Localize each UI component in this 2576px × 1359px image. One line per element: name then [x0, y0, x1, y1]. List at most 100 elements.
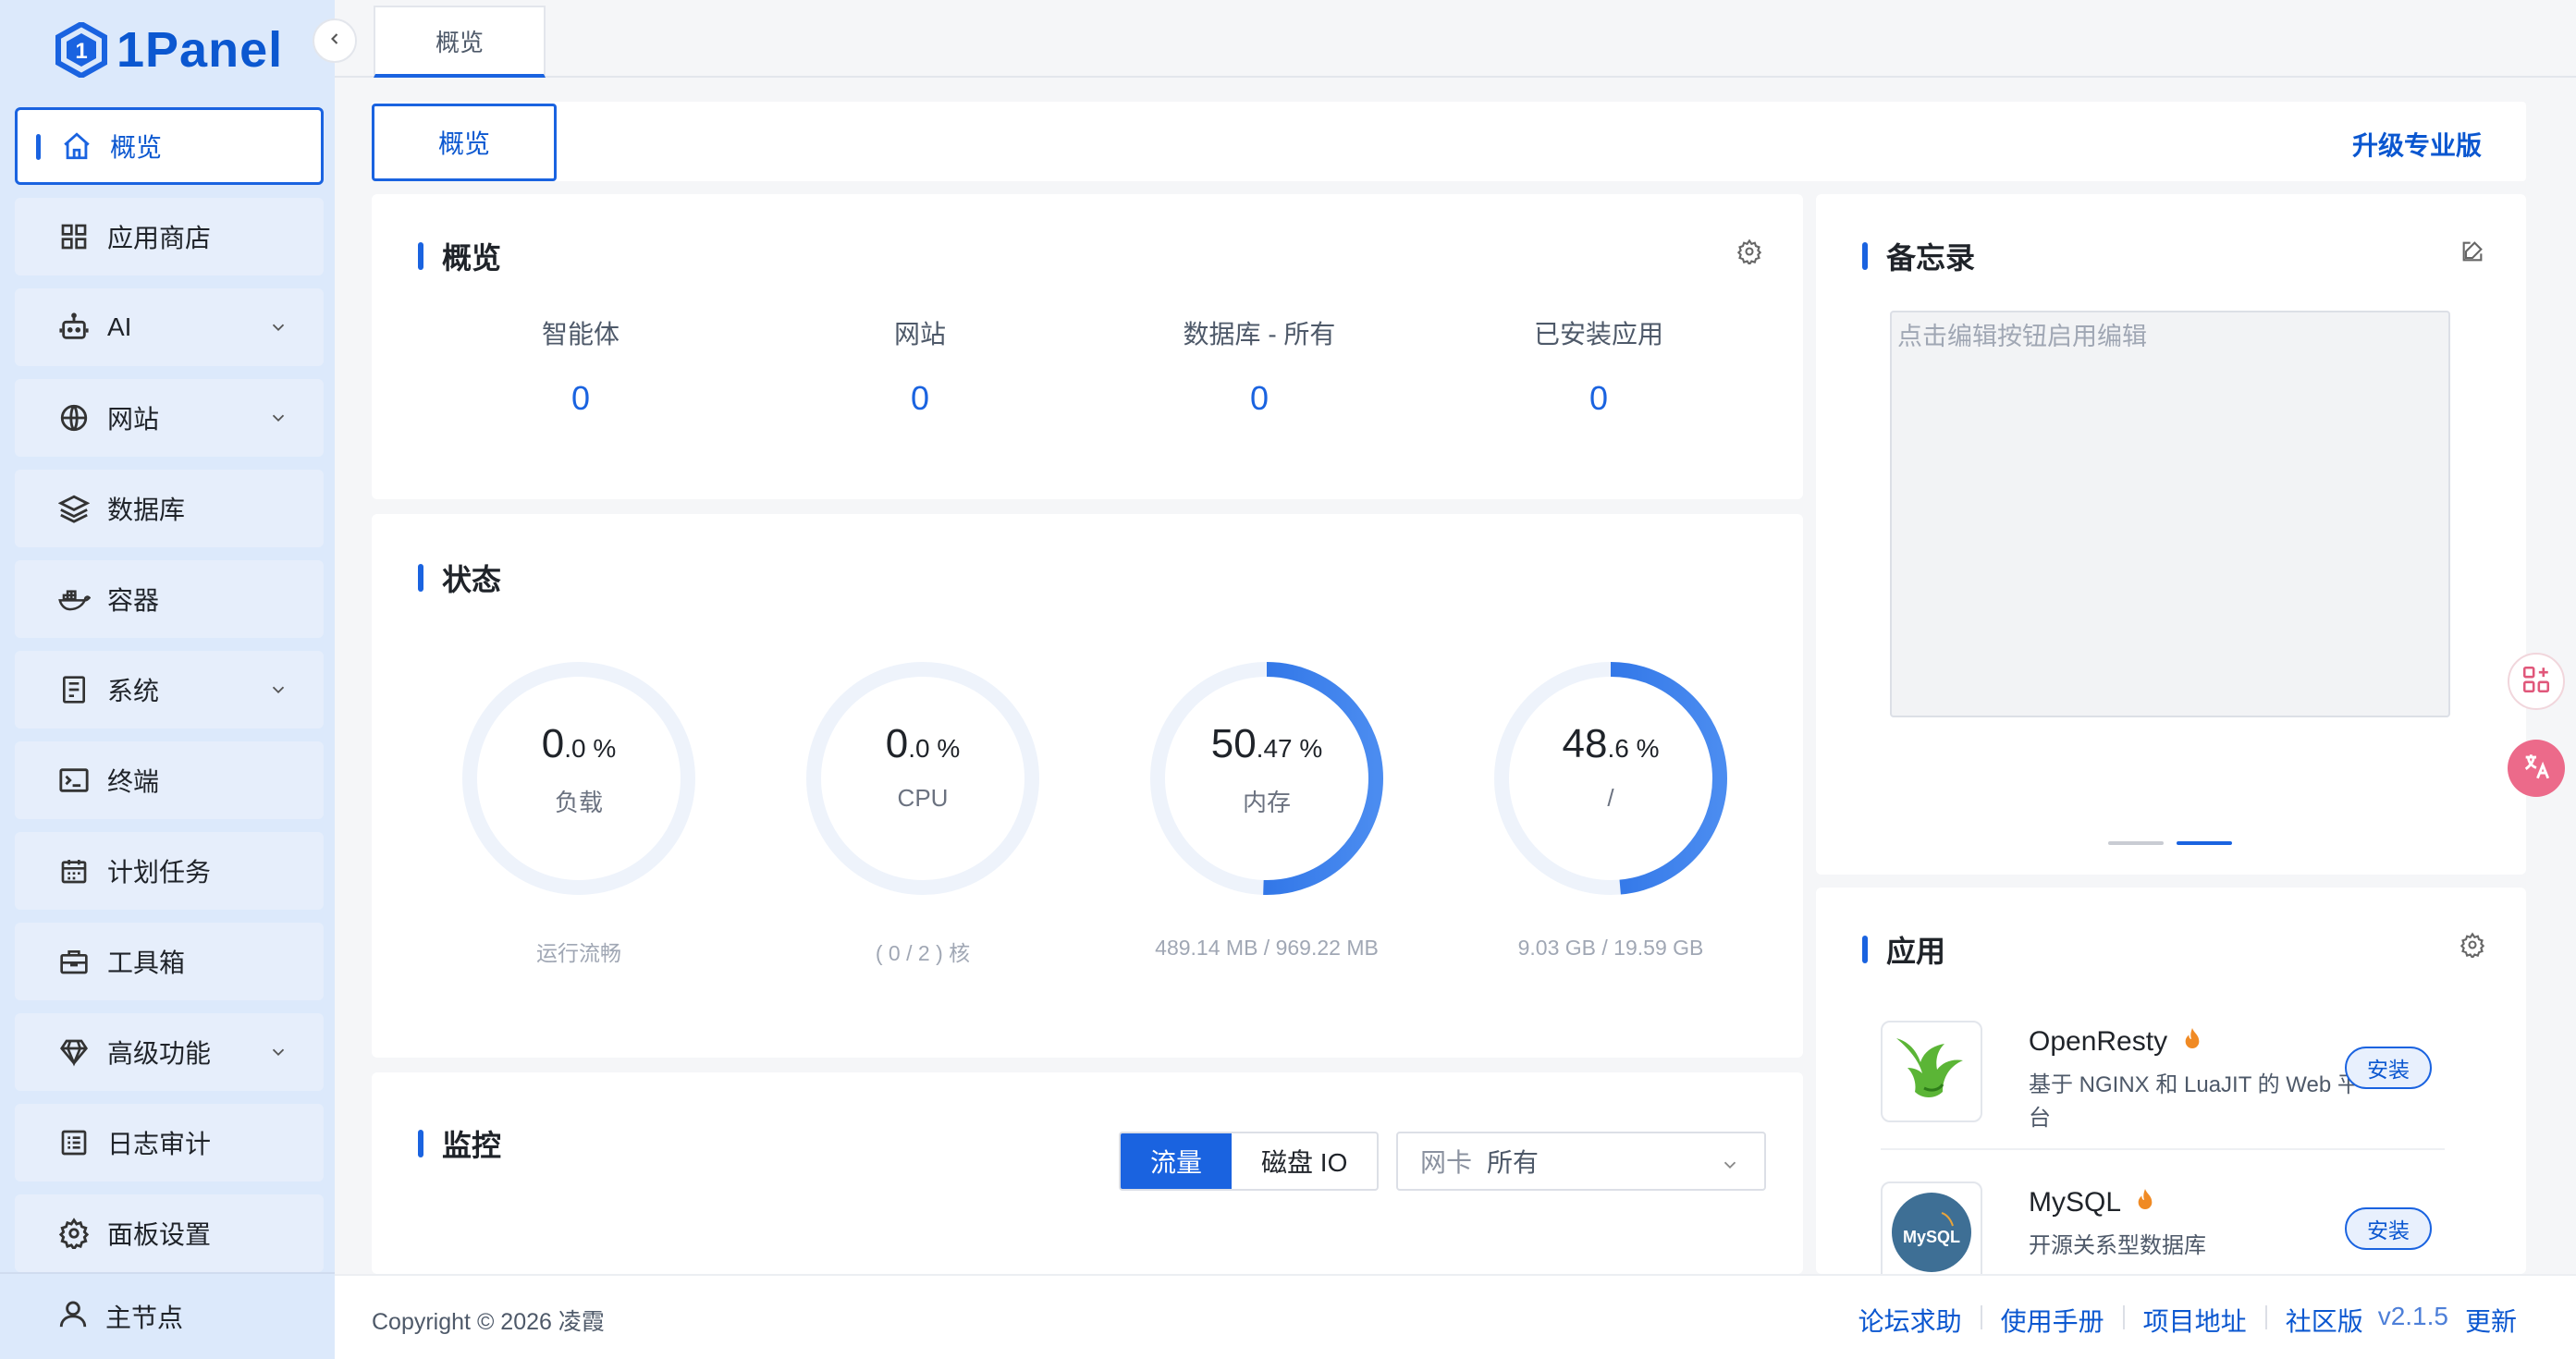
gauge-value: 48.6 %: [1562, 721, 1660, 766]
chevron-left-icon: [325, 30, 344, 53]
card-title: 监控: [418, 1122, 501, 1165]
gauge-value: 0.0 %: [885, 721, 961, 766]
app-name: MySQL: [2029, 1187, 2155, 1218]
page-header: [372, 102, 2526, 181]
server-icon: [57, 673, 91, 706]
fire-icon: [2135, 1187, 2155, 1218]
sidebar-item-ai[interactable]: AI: [15, 288, 324, 366]
gauge-load[interactable]: 0.0 % 负载 运行流畅: [459, 658, 699, 965]
carousel-dot-active[interactable]: [2177, 841, 2232, 845]
sidebar-item-advanced[interactable]: 高级功能: [15, 1013, 324, 1091]
user-icon: [57, 1298, 89, 1336]
gauge-memory[interactable]: 50.47 % 内存 489.14 MB / 969.22 MB: [1147, 658, 1387, 960]
sidebar-item-toolbox[interactable]: 工具箱: [15, 923, 324, 1000]
memo-textarea[interactable]: 点击编辑按钮启用编辑: [1890, 311, 2450, 717]
stat-websites[interactable]: 网站 0: [781, 314, 1059, 418]
divider: [2264, 1305, 2267, 1329]
monitor-card: 监控 流量 磁盘 IO 网卡 所有: [372, 1072, 1803, 1274]
gauge-subtext: 9.03 GB / 19.59 GB: [1517, 936, 1704, 960]
stat-value[interactable]: 0: [1460, 379, 1737, 418]
chevron-down-icon: [268, 405, 288, 435]
sidebar-item-container[interactable]: 容器: [15, 560, 324, 638]
sidebar-item-log-audit[interactable]: 日志审计: [15, 1104, 324, 1181]
card-title: 备忘录: [1862, 235, 1975, 277]
gauge-subtext: ( 0 / 2 ) 核: [875, 941, 971, 965]
floating-translate-button[interactable]: [2508, 740, 2565, 797]
link-edition[interactable]: 社区版: [2286, 1302, 2363, 1339]
sidebar-node-switch[interactable]: 主节点: [0, 1272, 335, 1359]
divider: [1980, 1305, 1982, 1329]
header-tab-overview[interactable]: 概览: [372, 104, 557, 181]
gauge-subtext: 489.14 MB / 969.22 MB: [1155, 936, 1379, 960]
stat-label: 网站: [893, 320, 946, 349]
upgrade-pro-link[interactable]: 升级专业版: [2352, 126, 2482, 163]
sidebar-item-website[interactable]: 网站: [15, 379, 324, 457]
stat-databases[interactable]: 数据库 - 所有 0: [1121, 314, 1398, 418]
seg-disk-io[interactable]: 磁盘 IO: [1232, 1133, 1377, 1189]
stat-installed-apps[interactable]: 已安装应用 0: [1460, 314, 1737, 418]
link-forum[interactable]: 论坛求助: [1858, 1302, 1962, 1339]
nic-select[interactable]: 网卡 所有: [1396, 1132, 1766, 1191]
stat-label: 数据库 - 所有: [1183, 320, 1336, 349]
floating-app-button[interactable]: [2508, 653, 2565, 710]
sidebar-item-label: 工具箱: [107, 949, 186, 977]
stat-value[interactable]: 0: [442, 379, 719, 418]
gauge-label: CPU: [897, 784, 949, 812]
log-icon: [57, 1126, 91, 1159]
chevron-down-icon: [268, 677, 288, 706]
divider: [1881, 1148, 2445, 1150]
sidebar-item-label: 数据库: [107, 496, 186, 524]
sidebar-collapse-button[interactable]: [313, 18, 357, 63]
sidebar-item-label: 网站: [107, 405, 160, 434]
toolbox-icon: [57, 945, 91, 978]
mysql-logo: MySQL: [1881, 1181, 1982, 1274]
select-prefix: 网卡: [1420, 1148, 1473, 1177]
stat-label: 已安装应用: [1533, 320, 1663, 349]
sidebar-item-panel-settings[interactable]: 面板设置: [15, 1194, 324, 1272]
sidebar-item-system[interactable]: 系统: [15, 651, 324, 728]
chevron-down-icon: [268, 1039, 288, 1069]
sidebar: 1 1Panel 概览 应用商店 AI 网站 数据库 容器 系统 终端 计划任务…: [0, 0, 335, 1359]
sidebar-item-database[interactable]: 数据库: [15, 470, 324, 547]
edit-icon[interactable]: [2459, 239, 2485, 269]
logo[interactable]: 1 1Panel: [55, 17, 283, 83]
seg-traffic[interactable]: 流量: [1121, 1133, 1233, 1189]
stat-value[interactable]: 0: [1121, 379, 1398, 418]
gauge-disk[interactable]: 48.6 % / 9.03 GB / 19.59 GB: [1490, 658, 1731, 960]
link-manual[interactable]: 使用手册: [2001, 1302, 2104, 1339]
sidebar-item-cron[interactable]: 计划任务: [15, 832, 324, 910]
monitor-type-toggle: 流量 磁盘 IO: [1119, 1132, 1380, 1191]
app-name: OpenResty: [2029, 1026, 2202, 1058]
sidebar-item-overview[interactable]: 概览: [15, 107, 324, 185]
diamond-icon: [57, 1035, 91, 1069]
gauge-cpu[interactable]: 0.0 % CPU ( 0 / 2 ) 核: [803, 658, 1043, 965]
copyright: Copyright © 2026 凌霞: [372, 1309, 605, 1335]
version-label[interactable]: v2.1.5: [2378, 1302, 2448, 1339]
sidebar-item-label: 计划任务: [107, 858, 212, 887]
carousel-dot[interactable]: [2108, 841, 2164, 845]
settings-icon: [57, 1217, 91, 1250]
gauge-label: 内存: [1242, 789, 1291, 816]
stat-agents[interactable]: 智能体 0: [442, 314, 719, 418]
gear-icon[interactable]: [1736, 239, 1762, 269]
sidebar-item-app-store[interactable]: 应用商店: [15, 198, 324, 275]
layers-icon: [57, 492, 91, 525]
stat-value[interactable]: 0: [781, 379, 1059, 418]
footer: Copyright © 2026 凌霞 论坛求助 使用手册 项目地址 社区版 v…: [335, 1274, 2576, 1359]
status-card: 状态 0.0 % 负载 运行流畅 0.0 % CPU ( 0 / 2 ) 核 5: [372, 514, 1803, 1058]
link-project[interactable]: 项目地址: [2143, 1302, 2247, 1339]
gear-icon[interactable]: [2459, 932, 2485, 962]
install-button[interactable]: 安装: [2345, 1047, 2432, 1089]
install-button[interactable]: 安装: [2345, 1207, 2432, 1250]
app-description: 基于 NGINX 和 LuaJIT 的 Web 平台: [2029, 1072, 2360, 1131]
sidebar-item-terminal[interactable]: 终端: [15, 741, 324, 819]
update-link[interactable]: 更新: [2465, 1302, 2517, 1339]
node-label: 主节点: [105, 1304, 184, 1332]
robot-icon: [57, 311, 91, 344]
home-icon: [60, 129, 93, 163]
app-description: 开源关系型数据库: [2029, 1233, 2206, 1258]
tab-overview[interactable]: 概览: [374, 6, 546, 78]
globe-icon: [57, 401, 91, 435]
apps-card: 应用 OpenResty 基于 NGINX 和 LuaJIT 的 Web 平台 …: [1816, 888, 2526, 1274]
sidebar-item-label: 概览: [110, 133, 163, 162]
